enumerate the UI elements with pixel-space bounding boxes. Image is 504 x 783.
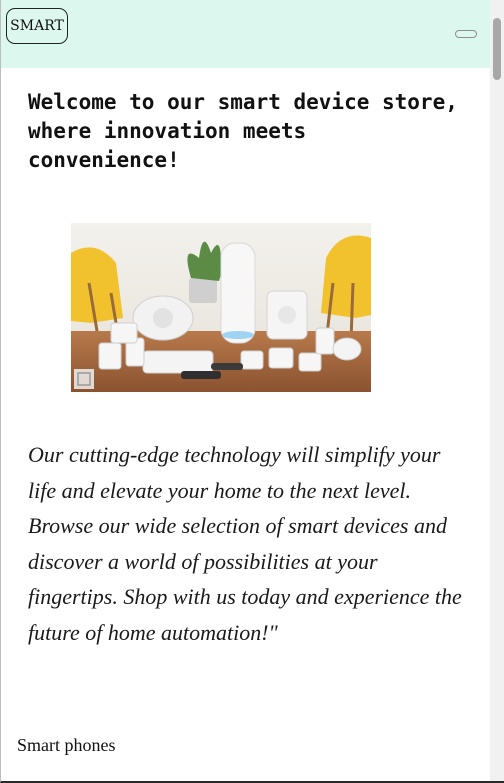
brand-button[interactable]: SMART xyxy=(6,8,68,44)
store-tagline: Our cutting-edge technology will simplif… xyxy=(28,442,462,645)
category-heading-smart-phones: Smart phones xyxy=(17,735,116,755)
scrollbar-thumb[interactable] xyxy=(493,18,501,80)
browser-viewport: SMART Welcome to our smart device store,… xyxy=(0,0,504,783)
menu-toggle-button[interactable] xyxy=(455,30,477,38)
navbar: SMART xyxy=(1,0,490,68)
page-headline: Welcome to our smart device store, where… xyxy=(28,90,458,172)
smart-devices-hero-image xyxy=(71,223,371,392)
vertical-scrollbar[interactable] xyxy=(490,0,504,781)
